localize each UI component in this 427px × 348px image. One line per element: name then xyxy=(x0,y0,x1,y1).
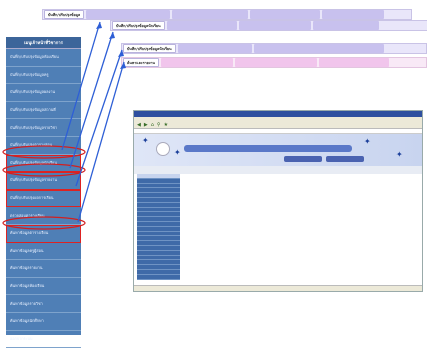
tab-inactive[interactable] xyxy=(239,21,311,30)
tab-inactive[interactable] xyxy=(172,10,248,19)
site-banner: ✦ ✦ ✦ ✦ xyxy=(134,134,422,166)
arrow-head xyxy=(96,22,102,29)
search-icon: ⚲ xyxy=(157,122,161,128)
sidebar-item[interactable]: บันทึก/ปรับปรุงข้อมูลครู xyxy=(6,67,81,85)
tab-inactive[interactable] xyxy=(161,58,233,67)
sidebar-item[interactable]: บันทึก/ปรับปรุงข้อมูลรายวิชา xyxy=(6,119,81,137)
tab-inactive[interactable] xyxy=(250,10,320,19)
forward-icon: ▶ xyxy=(144,122,148,128)
sidebar-item[interactable]: บันทึก/ปรับปรุงตารางสอน xyxy=(6,137,81,155)
sidebar-item-highlighted[interactable]: บันทึก/ปรับปรุงข้อมูลรายงาน xyxy=(6,172,81,190)
tab-strip-2: บันทึก/ปรับปรุงข้อมูลนักเรียน xyxy=(110,20,427,31)
sidebar-item[interactable]: ค้นหาข้อมูลห้องเรียน xyxy=(6,278,81,296)
tab-inactive[interactable] xyxy=(254,44,384,53)
browser-toolbar: ◀ ▶ ⌂ ⚲ ★ xyxy=(134,122,422,129)
tab-active[interactable]: บันทึก/ปรับปรุงข้อมูล xyxy=(44,10,84,19)
star-icon: ✦ xyxy=(142,136,149,145)
browser-screenshot: ◀ ▶ ⌂ ⚲ ★ ✦ ✦ ✦ ✦ xyxy=(133,110,423,292)
tab-active[interactable]: บันทึก/ปรับปรุงข้อมูลนักเรียน xyxy=(112,21,165,30)
tab-inactive[interactable] xyxy=(167,21,237,30)
sidebar-item[interactable]: ค้นหาข้อมูลนักศึกษา xyxy=(6,313,81,331)
banner-button xyxy=(284,156,322,162)
tab-active[interactable]: บันทึก/ปรับปรุงข้อมูลนักเรียน xyxy=(123,44,176,53)
back-icon: ◀ xyxy=(137,122,141,128)
officer-menu-sidebar: เมนูเจ้าหน้าที่วิชาการ บันทึก/ปรับปรุงข้… xyxy=(6,37,81,335)
star-icon: ✦ xyxy=(396,150,403,159)
tab-strip-3: บันทึก/ปรับปรุงข้อมูลนักเรียน xyxy=(121,43,427,54)
sidebar-item-highlighted[interactable]: ค้นหาข้อมูลตารางเรียน xyxy=(6,225,81,243)
logo xyxy=(156,142,170,156)
sidebar-item-highlighted[interactable]: บันทึก/ปรับปรุงผลการเรียน xyxy=(6,190,81,208)
tab-strip-4: ค้นหาและรายงาน xyxy=(121,57,427,68)
arrow-line xyxy=(78,62,124,222)
tab-inactive[interactable] xyxy=(235,58,317,67)
sidebar-item-highlighted[interactable]: บันทึก/ปรับปรุงข้อมูลนักเรียน xyxy=(6,155,81,173)
sidebar-item[interactable]: บันทึก/ปรับปรุงข้อมูลห้องเรียน xyxy=(6,49,81,67)
banner-ribbon xyxy=(184,145,352,152)
tab-inactive[interactable] xyxy=(319,58,389,67)
sidebar-item[interactable]: ตรวจสอบตารางเรียน xyxy=(6,207,81,225)
star-icon: ★ xyxy=(164,122,168,128)
sidebar-item[interactable]: ค้นหาข้อมูลรายวิชา xyxy=(6,295,81,313)
tab-inactive[interactable] xyxy=(86,10,170,19)
page-content xyxy=(134,174,422,285)
status-bar xyxy=(134,285,422,291)
banner-button xyxy=(326,156,364,162)
sidebar-title: เมนูเจ้าหน้าที่วิชาการ xyxy=(6,37,81,49)
tab-inactive[interactable] xyxy=(322,10,384,19)
sidebar-item[interactable]: บันทึก/ปรับปรุงข้อมูลผลงาน xyxy=(6,84,81,102)
tab-inactive[interactable] xyxy=(313,21,379,30)
star-icon: ✦ xyxy=(364,137,371,146)
tab-active[interactable]: ค้นหาและรายงาน xyxy=(123,58,159,67)
arrow-head xyxy=(109,32,115,39)
home-icon: ⌂ xyxy=(151,122,154,128)
tab-strip-1: บันทึก/ปรับปรุงข้อมูล xyxy=(42,9,412,20)
arrow-line xyxy=(76,50,122,186)
star-icon: ✦ xyxy=(174,148,181,157)
sidebar-item[interactable]: ออกจากระบบ xyxy=(6,331,81,348)
sidebar-item[interactable]: ค้นหาข้อมูลครูผู้สอน xyxy=(6,243,81,261)
tab-inactive[interactable] xyxy=(178,44,252,53)
sidebar-item[interactable]: ค้นหาข้อมูลรายงาน xyxy=(6,260,81,278)
mini-sidebar xyxy=(137,174,180,280)
sidebar-item[interactable]: บันทึก/ปรับปรุงข้อมูลสถานที่ xyxy=(6,102,81,120)
